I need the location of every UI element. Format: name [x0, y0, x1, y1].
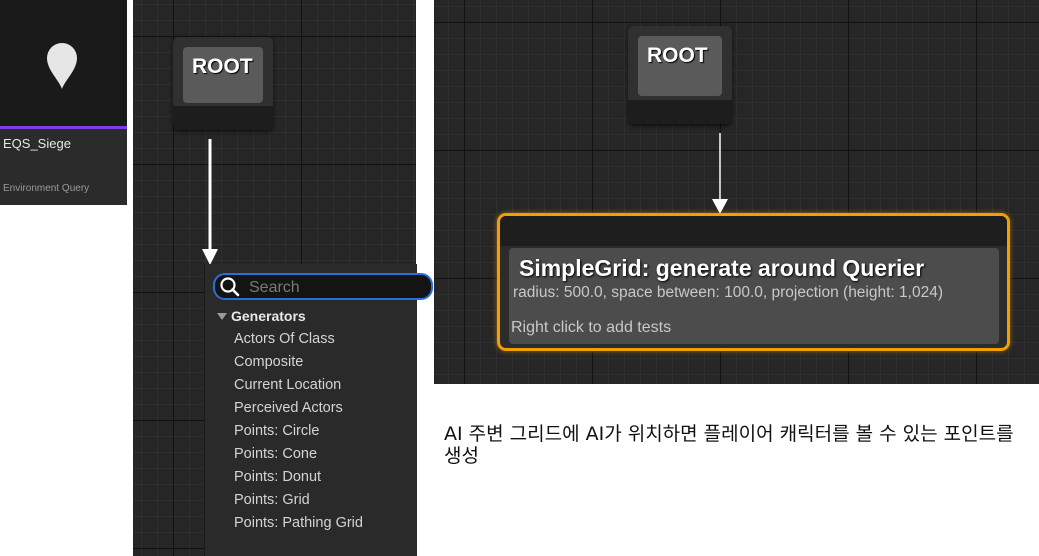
menu-item-actors-of-class[interactable]: Actors Of Class: [234, 330, 363, 353]
search-input[interactable]: [247, 277, 421, 299]
generator-list: Actors Of Class Composite Current Locati…: [234, 330, 363, 537]
category-label: Generators: [231, 308, 306, 324]
menu-item-points-grid[interactable]: Points: Grid: [234, 491, 363, 514]
menu-item-points-circle[interactable]: Points: Circle: [234, 422, 363, 445]
menu-item-points-pathing-grid[interactable]: Points: Pathing Grid: [234, 514, 363, 537]
connection-arrow-right: [712, 133, 728, 214]
generator-title: SimpleGrid: generate around Querier: [519, 255, 925, 281]
search-icon: [220, 277, 240, 297]
menu-item-perceived-actors[interactable]: Perceived Actors: [234, 399, 363, 422]
root-node-left[interactable]: ROOT: [173, 37, 273, 130]
generator-node-body: SimpleGrid: generate around Querier radi…: [509, 248, 999, 344]
caption-text: AI 주변 그리드에 AI가 위치하면 플레이어 캐릭터를 볼 수 있는 포인트…: [444, 423, 1014, 467]
generator-description: radius: 500.0, space between: 100.0, pro…: [513, 284, 943, 301]
connection-arrow-left: [202, 139, 218, 265]
root-node-label: ROOT: [638, 36, 722, 96]
menu-item-points-donut[interactable]: Points: Donut: [234, 468, 363, 491]
root-output-pin[interactable]: [628, 100, 732, 124]
root-output-pin[interactable]: [173, 106, 273, 130]
asset-thumbnail: [0, 0, 127, 126]
category-generators[interactable]: Generators: [217, 308, 306, 324]
asset-type-stripe: [0, 126, 127, 129]
asset-type-label: Environment Query: [3, 183, 90, 194]
simplegrid-generator-node[interactable]: SimpleGrid: generate around Querier radi…: [497, 213, 1010, 351]
menu-item-composite[interactable]: Composite: [234, 353, 363, 376]
menu-item-points-cone[interactable]: Points: Cone: [234, 445, 363, 468]
add-tests-hint: Right click to add tests: [511, 319, 672, 336]
generator-input-pin[interactable]: [500, 216, 1007, 246]
map-pin-icon: [47, 43, 77, 89]
root-node-right[interactable]: ROOT: [628, 26, 732, 124]
asset-name: EQS_Siege: [3, 136, 71, 151]
add-node-context-menu[interactable]: Generators Actors Of Class Composite Cur…: [204, 264, 433, 556]
collapse-triangle-icon: [217, 313, 227, 320]
root-node-label: ROOT: [183, 47, 263, 103]
menu-item-current-location[interactable]: Current Location: [234, 376, 363, 399]
search-field[interactable]: [213, 273, 433, 300]
asset-card[interactable]: EQS_Siege Environment Query: [0, 0, 127, 205]
